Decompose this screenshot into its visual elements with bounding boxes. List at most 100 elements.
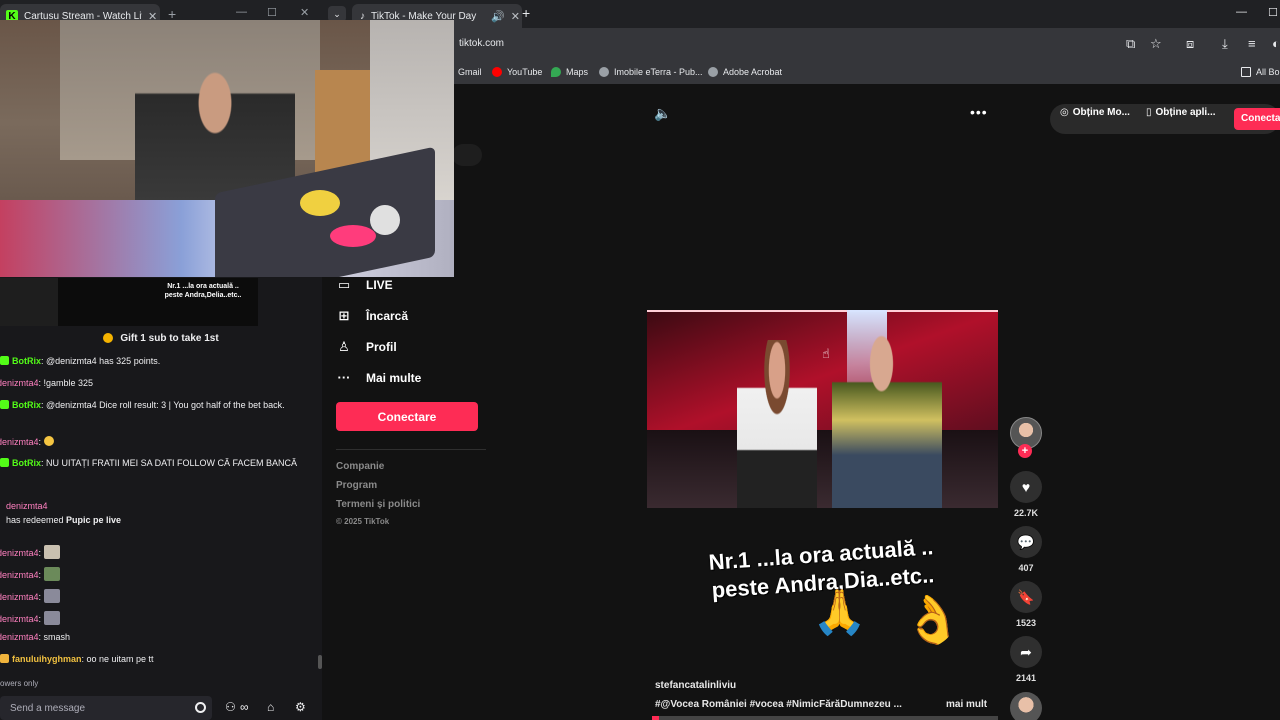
url-field[interactable]: tiktok.com <box>459 38 504 49</box>
cam-sticker <box>370 205 400 235</box>
minimize-button[interactable]: — <box>1236 6 1247 18</box>
maps-icon <box>551 67 561 77</box>
chat-message: denizmta4: <box>0 436 54 447</box>
bookmark-imobile[interactable]: Imobile eTerra - Pub... <box>599 67 703 77</box>
chat-text: : <box>38 437 42 447</box>
nav-label: Încarcă <box>366 309 409 323</box>
action-label: Obține Mo... <box>1072 107 1130 118</box>
sidebar-divider <box>336 449 486 450</box>
more-dots-icon: ··· <box>337 370 351 385</box>
comment-icon[interactable]: 💬 <box>1010 526 1042 558</box>
login-button[interactable]: Conectare <box>336 402 478 431</box>
coin-outline-icon: ◎ <box>1060 107 1069 118</box>
chat-message: fanuluihyghman: oo ne uitam pe tt <box>0 654 154 664</box>
share-arrow-icon[interactable]: ➦ <box>1010 636 1042 668</box>
chat-message: denizmta4: <box>0 545 61 559</box>
minimize-button[interactable]: — <box>236 6 247 18</box>
footer-link-program[interactable]: Program <box>336 480 377 491</box>
chat-username[interactable]: denizmta4 <box>6 501 48 511</box>
footer-link-company[interactable]: Companie <box>336 461 384 472</box>
top-login-button[interactable]: Conecta <box>1234 108 1280 130</box>
media-controls-icon[interactable]: ≡ <box>1248 36 1256 51</box>
chat-message: BotRix: NU UITAȚI FRATII MEI SA DATI FOL… <box>0 458 297 468</box>
volume-icon[interactable]: 🔈 <box>654 105 671 122</box>
chat-username[interactable]: BotRix <box>12 356 41 366</box>
bookmark-youtube[interactable]: YouTube <box>492 67 542 77</box>
chat-text: : @denizmta4 has 325 points. <box>41 356 161 366</box>
bookmark-gmail[interactable]: Gmail <box>458 67 482 77</box>
follow-plus-icon[interactable]: + <box>1018 444 1032 458</box>
phone-icon: ▯ <box>1146 107 1152 118</box>
video-top-edge <box>647 310 998 312</box>
tab-audio-icon[interactable]: 🔊 <box>491 10 505 23</box>
chat-gift-banner[interactable]: Gift 1 sub to take 1st <box>0 328 322 348</box>
close-window-button[interactable]: ✕ <box>300 6 309 19</box>
bookmark-label: Imobile eTerra - Pub... <box>614 67 703 77</box>
chat-text: : smash <box>38 632 71 642</box>
nav-more[interactable]: ··· Mai multe <box>336 370 422 385</box>
chat-text: : NU UITAȚI FRATII MEI SA DATI FOLLOW CĂ… <box>41 458 298 468</box>
chat-username[interactable]: denizmta4 <box>0 570 39 580</box>
nav-profile[interactable]: ♙ Profil <box>336 339 397 355</box>
show-more-link[interactable]: mai mult <box>946 699 987 710</box>
chat-message-input[interactable]: Send a message <box>0 696 212 720</box>
chat-username[interactable]: denizmta4 <box>0 592 39 602</box>
like-count: 22.7K <box>1013 508 1039 518</box>
infinity-icon[interactable]: ∞ <box>240 700 249 714</box>
emoji-picker-icon[interactable] <box>195 702 206 713</box>
bookmarks-bar: Gmail YouTube Maps Imobile eTerra - Pub.… <box>322 62 1280 84</box>
chat-username[interactable]: denizmta4 <box>0 614 39 624</box>
stream-preview-thumbnail[interactable]: Nr.1 ...la ora actuală .. peste Andra,De… <box>58 278 258 326</box>
profile-icon[interactable]: ◐ <box>1272 36 1280 51</box>
cast-icon[interactable]: ⧉ <box>1126 36 1135 52</box>
chat-username[interactable]: denizmta4 <box>0 632 39 642</box>
address-bar: tiktok.com ⧉ ☆ ⧈ ⤓ ≡ ◐ <box>322 28 1280 62</box>
next-creator-avatar[interactable] <box>1010 692 1042 720</box>
chat-text: : !gamble 325 <box>38 378 94 388</box>
bookmark-maps[interactable]: Maps <box>551 67 588 77</box>
store-icon[interactable]: ⌂ <box>267 700 274 714</box>
video-hashtags[interactable]: #@Vocea României #vocea #NimicFărăDumnez… <box>655 699 902 710</box>
bookmark-label: Gmail <box>458 67 482 77</box>
chat-message: BotRix: @denizmta4 has 325 points. <box>0 356 160 366</box>
emote-icon <box>44 567 61 581</box>
close-tab-icon[interactable]: ✕ <box>511 10 520 23</box>
video-player[interactable] <box>647 310 998 508</box>
globe-icon <box>599 67 609 77</box>
bookmark-adobe[interactable]: Adobe Acrobat <box>708 67 782 77</box>
chat-username[interactable]: denizmta4 <box>0 437 39 447</box>
chat-username[interactable]: denizmta4 <box>0 378 39 388</box>
settings-gear-icon[interactable]: ⚙ <box>295 700 306 714</box>
chat-username[interactable]: BotRix <box>12 458 41 468</box>
bookmark-star-icon[interactable]: ☆ <box>1150 36 1162 52</box>
desktop: K Cartusu Stream - Watch Live on Kick ✕ … <box>0 0 1280 720</box>
right-tab-bar: ⌄ ♪ TikTok - Make Your Day 🔊 ✕ + — ☐ <box>322 0 1280 28</box>
like-heart-icon[interactable]: ♥ <box>1010 471 1042 503</box>
extensions-icon[interactable]: ⧈ <box>1186 36 1194 52</box>
stage-floor <box>647 430 998 508</box>
video-author[interactable]: stefancatalinliviu <box>655 680 736 691</box>
search-bar-remnant[interactable] <box>452 144 482 166</box>
maximize-button[interactable]: ☐ <box>1268 6 1278 19</box>
get-coins-button[interactable]: ◎ Obține Mo... <box>1060 107 1130 118</box>
chat-username[interactable]: denizmta4 <box>0 548 39 558</box>
chat-username[interactable]: fanuluihyghman <box>12 654 82 664</box>
bookmark-label: Maps <box>566 67 589 77</box>
hand-cursor-icon: ☝ <box>822 346 830 361</box>
chat-username[interactable]: BotRix <box>12 400 41 410</box>
chat-message: denizmta4: smash <box>0 632 70 642</box>
download-icon[interactable]: ⤓ <box>1222 36 1228 52</box>
more-options-icon[interactable]: ••• <box>970 104 988 120</box>
nav-live[interactable]: ▭ LIVE <box>336 277 393 293</box>
new-tab-button[interactable]: + <box>522 5 530 21</box>
chat-message: BotRix: @denizmta4 Dice roll result: 3 |… <box>0 400 285 410</box>
chat-text: : @denizmta4 Dice roll result: 3 | You g… <box>41 400 285 410</box>
nav-upload[interactable]: ⊞ Încarcă <box>336 308 408 324</box>
footer-link-terms[interactable]: Termeni și politici <box>336 499 420 510</box>
users-icon[interactable]: ⚇ <box>225 700 236 714</box>
maximize-button[interactable]: ☐ <box>267 6 277 19</box>
get-app-button[interactable]: ▯ Obține apli... <box>1146 107 1216 118</box>
bookmark-all[interactable]: All Bo <box>1241 67 1280 77</box>
video-progress-bar[interactable] <box>652 716 998 720</box>
bookmark-save-icon[interactable]: 🔖 <box>1010 581 1042 613</box>
